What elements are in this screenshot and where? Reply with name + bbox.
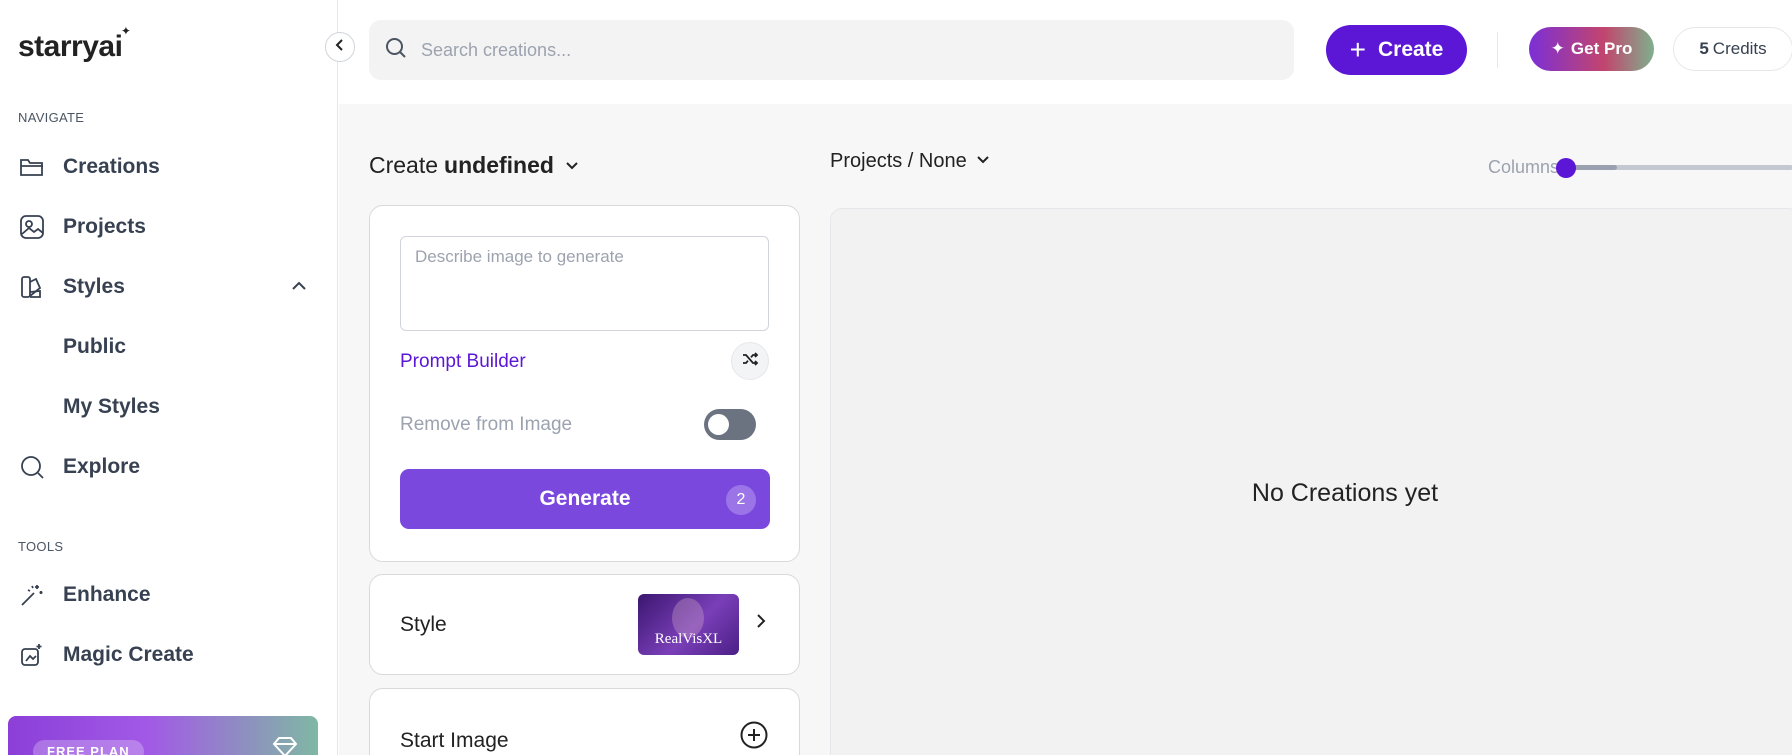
start-image-panel[interactable]: Start Image [369, 688, 800, 755]
empty-state-message: No Creations yet [1251, 479, 1439, 507]
get-pro-button[interactable]: ✦ Get Pro [1529, 27, 1654, 71]
generate-button[interactable]: Generate 2 [400, 469, 770, 529]
add-circle-icon[interactable] [739, 720, 769, 755]
shuffle-button[interactable] [731, 342, 769, 380]
folder-icon [18, 153, 46, 181]
plan-badge: FREE PLAN [33, 740, 144, 755]
sidebar-item-my-styles[interactable]: My Styles [18, 385, 318, 429]
sidebar-item-creations[interactable]: Creations [18, 145, 318, 189]
sidebar-item-label: Enhance [63, 583, 151, 606]
sidebar-item-explore[interactable]: Explore [18, 445, 318, 489]
style-name: RealVisXL [654, 631, 723, 647]
chevron-down-icon [564, 152, 580, 179]
tools-section-label: TOOLS [18, 539, 64, 554]
prompt-panel: Describe image to generate Prompt Builde… [369, 205, 800, 562]
projects-dropdown[interactable]: Projects / None [830, 150, 991, 173]
get-pro-label: Get Pro [1570, 39, 1633, 58]
sidebar-item-label: Public [63, 335, 127, 358]
toggle-knob [708, 414, 729, 435]
divider [1497, 32, 1498, 68]
columns-slider-fill [1573, 165, 1617, 170]
plus-icon: + [1349, 34, 1366, 65]
sidebar-item-label: My Styles [63, 395, 160, 418]
search-input[interactable] [421, 39, 1241, 61]
collapse-sidebar-button[interactable] [325, 32, 355, 62]
diamond-icon [272, 736, 298, 755]
projects-label: Projects / None [830, 150, 967, 172]
generate-cost-badge: 2 [726, 485, 756, 515]
search-bar[interactable] [369, 20, 1294, 80]
sidebar-item-projects[interactable]: Projects [18, 205, 318, 249]
style-label: Style [400, 613, 447, 636]
sidebar: starryai ✦ NAVIGATE Creations Projects S… [0, 0, 338, 755]
top-bar: + Create ✦ Get Pro 5 Credits [339, 0, 1792, 104]
chevron-left-icon [333, 38, 347, 57]
image-icon [18, 213, 46, 241]
plan-card[interactable]: FREE PLAN [8, 716, 318, 755]
sidebar-item-label: Explore [63, 455, 141, 478]
chevron-right-icon[interactable] [753, 613, 769, 634]
chevron-down-icon [975, 150, 991, 173]
brand-name: starryai [18, 30, 123, 63]
sparkle-icon: ✦ [1550, 39, 1565, 58]
sidebar-item-label: Projects [63, 215, 146, 238]
create-button[interactable]: + Create [1326, 25, 1467, 75]
columns-slider-handle[interactable] [1556, 158, 1576, 178]
prompt-textarea[interactable]: Describe image to generate [400, 236, 769, 331]
sidebar-item-label: Styles [63, 275, 125, 298]
columns-slider[interactable] [1573, 165, 1792, 170]
create-button-label: Create [1377, 38, 1444, 61]
brand-logo[interactable]: starryai ✦ [18, 24, 131, 64]
credits-label: Credits [1712, 39, 1767, 58]
search-icon [18, 453, 46, 481]
credits-count: 5 [1699, 39, 1709, 58]
chevron-up-icon[interactable] [290, 277, 308, 300]
style-panel[interactable]: Style RealVisXL [369, 574, 800, 675]
create-prefix: Create [369, 152, 439, 178]
credits-button[interactable]: 5 Credits [1673, 27, 1792, 71]
sidebar-item-public[interactable]: Public [18, 325, 318, 369]
navigate-section-label: NAVIGATE [18, 110, 85, 125]
prompt-builder-link[interactable]: Prompt Builder [400, 351, 526, 373]
search-icon [385, 37, 407, 64]
creations-gallery: No Creations yet [830, 208, 1792, 755]
columns-label: Columns [1488, 157, 1560, 177]
sidebar-item-enhance[interactable]: Enhance [18, 573, 318, 617]
sidebar-item-styles[interactable]: Styles [18, 265, 318, 309]
magic-create-icon [18, 641, 46, 669]
sparkle-icon: ✦ [120, 24, 131, 38]
create-mode-dropdown[interactable]: Create undefined [369, 152, 580, 179]
generate-label: Generate [539, 487, 631, 510]
main-content: Create undefined Describe image to gener… [339, 104, 1792, 755]
remove-from-image-toggle[interactable] [704, 409, 756, 440]
shuffle-icon [741, 350, 759, 373]
style-thumbnail[interactable]: RealVisXL [638, 594, 739, 655]
sidebar-item-label: Creations [63, 155, 160, 178]
start-image-label: Start Image [400, 729, 509, 752]
sidebar-item-label: Magic Create [63, 643, 194, 666]
create-mode-value: undefined [444, 152, 554, 178]
palette-icon [18, 273, 46, 301]
magic-wand-icon [18, 581, 46, 609]
remove-from-image-label: Remove from Image [400, 414, 573, 435]
sidebar-item-magic-create[interactable]: Magic Create [18, 633, 318, 677]
